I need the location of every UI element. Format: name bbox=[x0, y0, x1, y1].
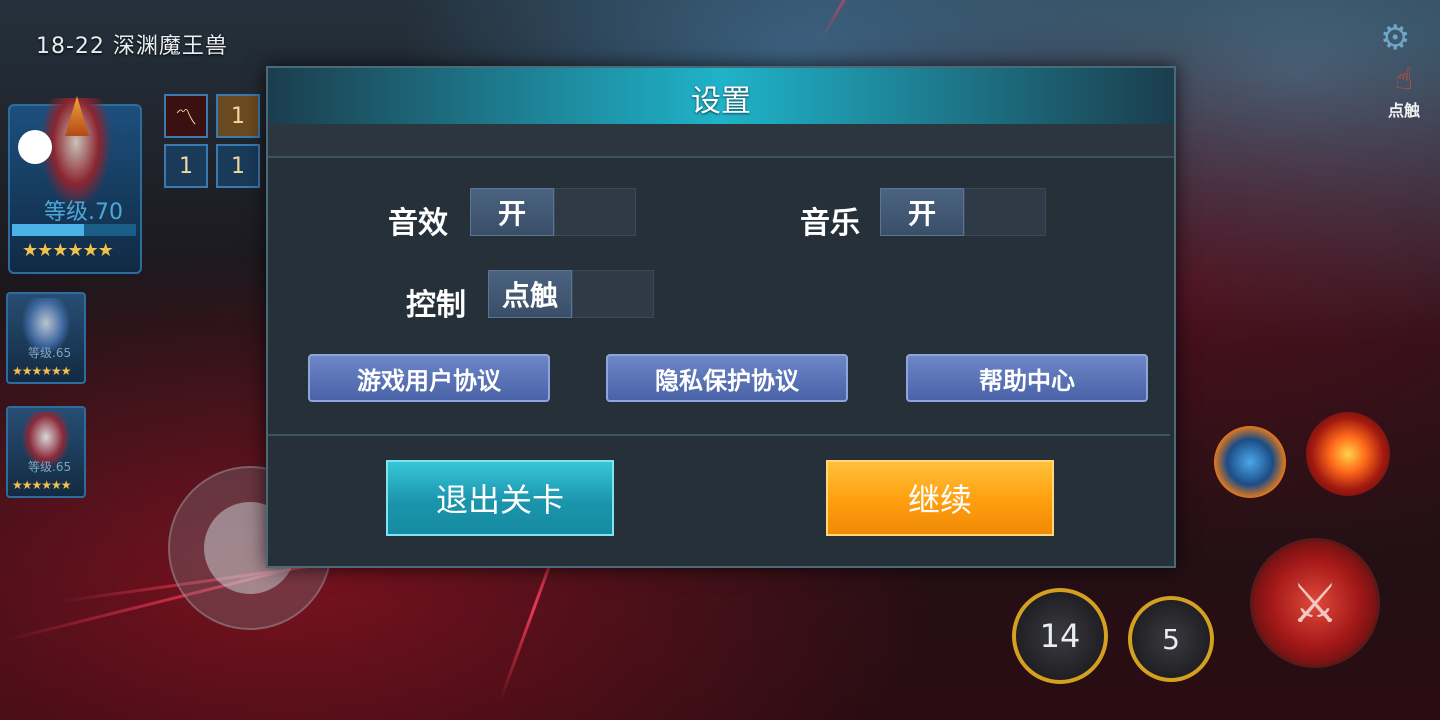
hero-card-main[interactable]: 等级.70 ★★★★★★ bbox=[8, 96, 142, 274]
hero-stars: ★★★★★★ bbox=[22, 240, 114, 261]
control-toggle-value[interactable]: 点触 bbox=[488, 270, 572, 318]
touch-indicator bbox=[18, 130, 52, 164]
hero-level: 等级.65 bbox=[28, 460, 72, 474]
cooldown-value: 5 bbox=[1162, 622, 1180, 656]
settings-dialog: 设置 音效 开 音乐 开 控制 点触 游戏用户协议 隐私保护协议 帮助中心 退出… bbox=[266, 66, 1176, 568]
skill-count: 1 bbox=[179, 153, 193, 179]
music-toggle[interactable]: 开 bbox=[880, 188, 1046, 236]
privacy-policy-button[interactable]: 隐私保护协议 bbox=[606, 354, 848, 402]
control-toggle-off[interactable] bbox=[572, 270, 654, 318]
touch-mode-label: 点触 bbox=[1387, 101, 1420, 120]
dialog-title: 设置 bbox=[691, 84, 751, 119]
skill-button-burst[interactable] bbox=[1306, 412, 1390, 496]
music-toggle-off[interactable] bbox=[964, 188, 1046, 236]
sound-toggle[interactable]: 开 bbox=[470, 188, 636, 236]
dialog-band bbox=[268, 124, 1174, 158]
skill-cooldown-2[interactable]: 5 bbox=[1128, 596, 1214, 682]
energy-streak bbox=[818, 0, 902, 43]
skill-icon-3[interactable]: 1 bbox=[216, 144, 260, 188]
skill-icon-1[interactable]: 1 bbox=[216, 94, 260, 138]
sound-toggle-off[interactable] bbox=[554, 188, 636, 236]
gear-icon[interactable]: ⚙ bbox=[1380, 18, 1410, 58]
hero-exp-bar bbox=[12, 224, 136, 236]
music-toggle-value[interactable]: 开 bbox=[880, 188, 964, 236]
exit-stage-button[interactable]: 退出关卡 bbox=[386, 460, 614, 536]
attack-button[interactable]: ⚔ bbox=[1250, 538, 1380, 668]
hero-card-2[interactable]: 等级.65 ★★★★★★ bbox=[6, 292, 86, 384]
continue-button[interactable]: 继续 bbox=[826, 460, 1054, 536]
hero-stars: ★★★★★★ bbox=[12, 364, 72, 378]
control-label: 控制 bbox=[406, 288, 466, 323]
touch-mode-button[interactable]: ☝ 点触 bbox=[1374, 62, 1434, 126]
skill-count: 1 bbox=[231, 153, 245, 179]
stage-title: 18-22 深渊魔王兽 bbox=[36, 34, 228, 59]
cooldown-value: 14 bbox=[1039, 617, 1081, 655]
user-agreement-button[interactable]: 游戏用户协议 bbox=[308, 354, 550, 402]
crossed-swords-icon: ⚔ bbox=[1290, 571, 1340, 635]
music-label: 音乐 bbox=[800, 206, 860, 241]
skill-icon-2[interactable]: 1 bbox=[164, 144, 208, 188]
skill-button-orb[interactable] bbox=[1214, 426, 1286, 498]
sound-toggle-value[interactable]: 开 bbox=[470, 188, 554, 236]
hand-pointer-icon: ☝ bbox=[1394, 62, 1414, 97]
sound-label: 音效 bbox=[388, 206, 448, 241]
skill-count: 1 bbox=[231, 103, 245, 129]
control-toggle[interactable]: 点触 bbox=[488, 270, 654, 318]
skill-icon-fire[interactable]: 〽 bbox=[164, 94, 208, 138]
hero-level: 等级.70 bbox=[44, 200, 123, 225]
hero-stars: ★★★★★★ bbox=[12, 478, 72, 492]
hero-exp-fill bbox=[12, 224, 84, 236]
hero-level: 等级.65 bbox=[28, 346, 72, 360]
help-center-button[interactable]: 帮助中心 bbox=[906, 354, 1148, 402]
hero-card-3[interactable]: 等级.65 ★★★★★★ bbox=[6, 406, 86, 498]
skill-cooldown-1[interactable]: 14 bbox=[1012, 588, 1108, 684]
